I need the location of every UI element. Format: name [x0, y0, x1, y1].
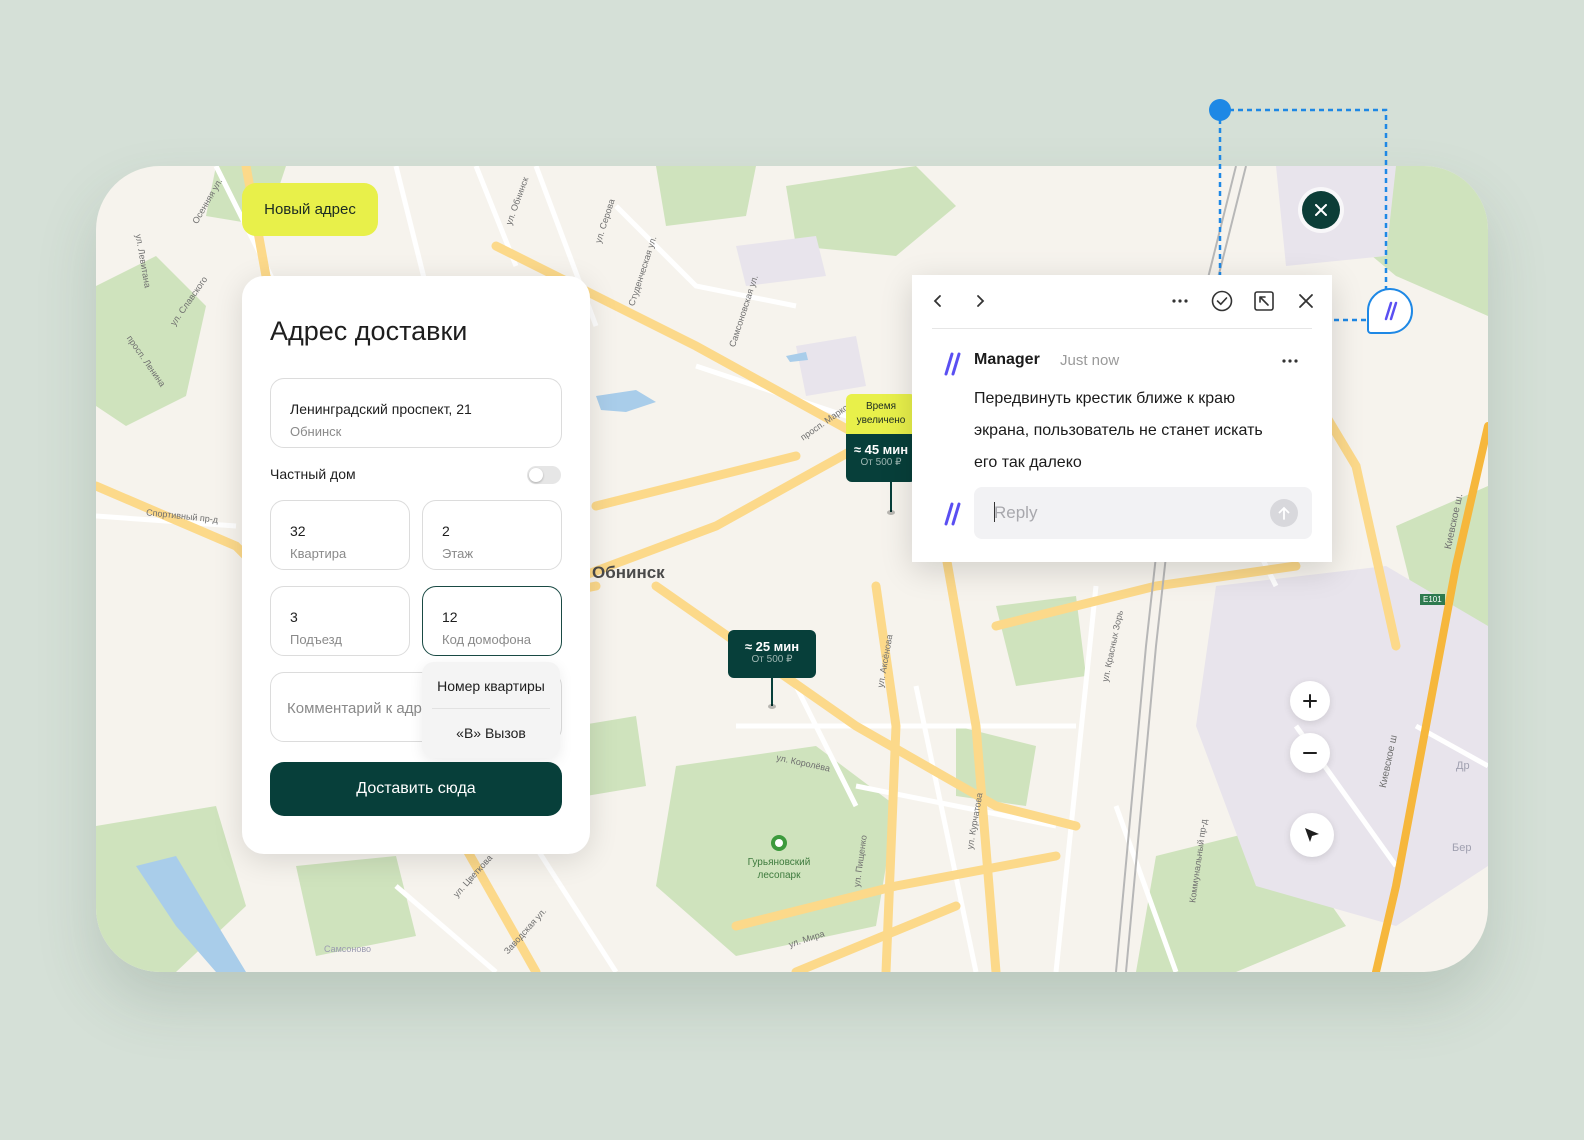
- road-number-label: E101: [1420, 594, 1445, 605]
- new-address-badge[interactable]: Новый адрес: [242, 183, 378, 236]
- jump-to-button[interactable]: [1252, 289, 1276, 313]
- park-label: Гурьяновский лесопарк: [747, 857, 811, 881]
- comment-logo-icon: [1384, 301, 1398, 321]
- address-field[interactable]: Ленинградский проспект, 21 Обнинск: [270, 378, 562, 448]
- delivery-address-card: Адрес доставки Ленинградский проспект, 2…: [242, 276, 590, 854]
- apartment-field[interactable]: 32 Квартира: [270, 500, 410, 570]
- reply-placeholder: Reply: [994, 503, 1038, 522]
- close-popup-button[interactable]: [1294, 289, 1318, 313]
- intercom-dropdown: Номер квартиры «В» Вызов: [422, 662, 560, 758]
- previous-button[interactable]: [928, 289, 948, 313]
- pin-shadow: [768, 704, 776, 709]
- delivery-pin[interactable]: ≈ 45 мин От 500 ₽: [846, 434, 916, 482]
- comment-logo-icon: [944, 502, 961, 526]
- entrance-field[interactable]: 3 Подъезд: [270, 586, 410, 656]
- deliver-here-button[interactable]: Доставить сюда: [270, 762, 562, 816]
- floor-field[interactable]: 2 Этаж: [422, 500, 562, 570]
- delivery-pin[interactable]: ≈ 25 мин От 500 ₽: [728, 630, 816, 678]
- address-city: Обнинск: [290, 424, 342, 439]
- location-arrow-icon: [1305, 828, 1319, 842]
- dropdown-option[interactable]: «В» Вызов: [422, 725, 560, 741]
- chevron-right-icon: [977, 295, 985, 307]
- open-external-icon: [1254, 291, 1274, 311]
- city-label: Обнинск: [592, 563, 665, 582]
- pin-time: ≈ 45 мин: [853, 442, 909, 457]
- close-icon: [1299, 294, 1313, 308]
- pin-shadow: [887, 510, 895, 515]
- intercom-field[interactable]: 12 Код домофона: [422, 586, 562, 656]
- floor-value: 2: [442, 523, 450, 539]
- dropdown-divider: [432, 708, 550, 709]
- district-label: Др: [1456, 760, 1470, 772]
- reply-input[interactable]: Reply: [974, 487, 1312, 539]
- check-circle-icon: [1211, 290, 1233, 312]
- comment-logo-icon: [944, 352, 961, 376]
- next-button[interactable]: [970, 289, 990, 313]
- resolve-button[interactable]: [1210, 289, 1234, 313]
- entrance-value: 3: [290, 609, 298, 625]
- district-label: Самсоново: [324, 944, 372, 954]
- district-label: Бер: [1452, 842, 1472, 854]
- pin-time: ≈ 25 мин: [744, 639, 800, 654]
- park-icon: [771, 835, 787, 851]
- floor-label: Этаж: [442, 546, 474, 561]
- more-icon: [1282, 359, 1298, 363]
- header-divider: [932, 328, 1312, 329]
- intercom-label: Код домофона: [442, 632, 532, 647]
- comment-marker[interactable]: [1367, 288, 1413, 334]
- apartment-label: Квартира: [290, 546, 347, 561]
- entrance-label: Подъезд: [290, 632, 342, 647]
- zoom-in-button[interactable]: [1290, 681, 1330, 721]
- zoom-out-button[interactable]: [1290, 733, 1330, 773]
- comment-author: Manager: [974, 351, 1040, 368]
- private-house-label: Частный дом: [270, 466, 356, 482]
- dropdown-option[interactable]: Номер квартиры: [422, 678, 560, 694]
- private-house-toggle[interactable]: [527, 466, 561, 484]
- avatar: [936, 349, 966, 379]
- address-value: Ленинградский проспект, 21: [290, 401, 472, 417]
- arrow-up-icon: [1278, 506, 1290, 520]
- more-icon: [1172, 299, 1188, 303]
- intercom-value: 12: [442, 609, 458, 625]
- minus-icon: [1303, 752, 1317, 754]
- card-title: Адрес доставки: [270, 316, 468, 346]
- send-button[interactable]: [1270, 499, 1298, 527]
- text-caret: [994, 502, 995, 522]
- pin-price: От 500 ₽: [860, 457, 902, 468]
- plus-icon: [1303, 694, 1317, 708]
- comment-more-button[interactable]: [1278, 349, 1302, 373]
- my-location-button[interactable]: [1290, 813, 1334, 857]
- chevron-left-icon: [933, 295, 941, 307]
- comment-time: Just now: [1060, 352, 1120, 369]
- pin-stem: [771, 678, 773, 706]
- avatar: [936, 499, 966, 529]
- delivery-pin-note: Время увеличено: [846, 394, 916, 434]
- comment-text: Передвинуть крестик ближе к краю экрана,…: [974, 390, 1263, 471]
- pin-price: От 500 ₽: [751, 654, 793, 665]
- apartment-value: 32: [290, 523, 306, 539]
- comment-popup: Manager Just now Передвинуть крестик бли…: [912, 275, 1332, 562]
- more-options-button[interactable]: [1168, 289, 1192, 313]
- pin-stem: [890, 482, 892, 512]
